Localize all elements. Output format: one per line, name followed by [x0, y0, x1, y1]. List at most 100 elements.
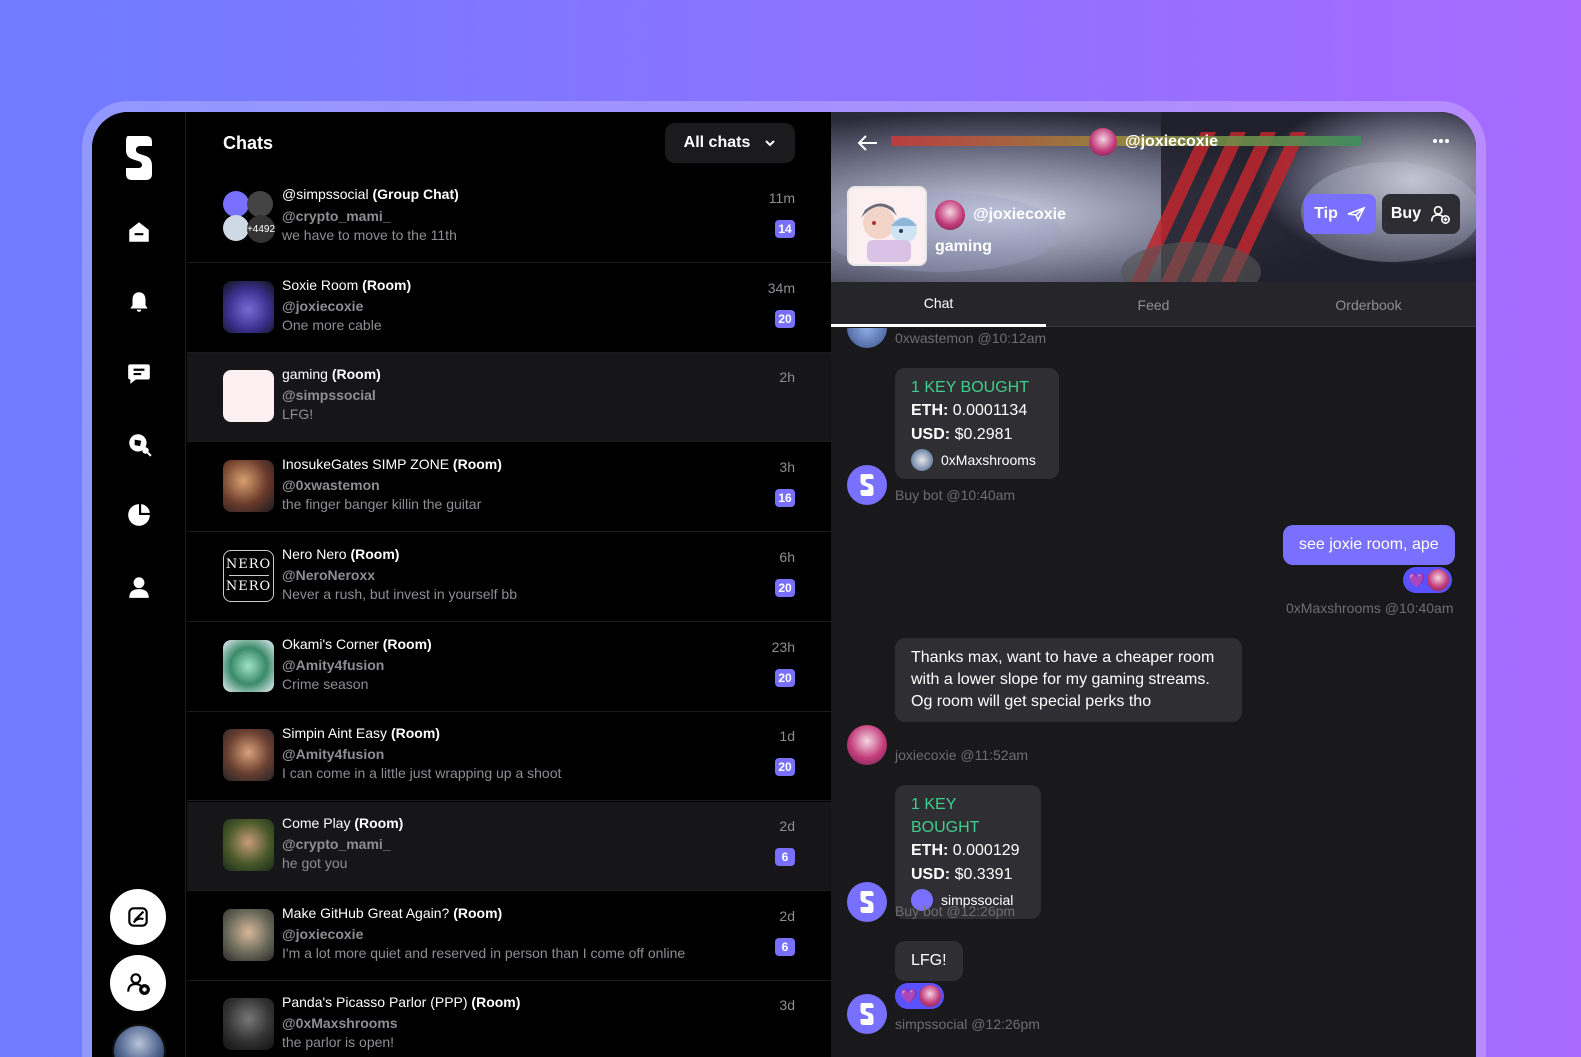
chat-time: 6h	[779, 548, 795, 565]
message-meta: 0xMaxshrooms @10:40am	[1286, 600, 1454, 616]
chat-title: Make GitHub Great Again?	[282, 904, 450, 921]
chat-last-message: the finger banger killin the guitar	[282, 496, 482, 513]
add-user-button[interactable]	[110, 955, 166, 1011]
chat-title: InosukeGates SIMP ZONE	[282, 456, 450, 473]
home-icon[interactable]	[125, 218, 153, 246]
list-item[interactable]: gaming (Room) @simpssocial LFG! 2h	[187, 353, 831, 443]
logo-icon	[860, 891, 874, 913]
eth-label: ETH:	[911, 842, 949, 859]
list-item[interactable]: InosukeGates SIMP ZONE (Room) @0xwastemo…	[187, 443, 831, 533]
avatar	[223, 729, 274, 782]
unread-badge: 6	[775, 847, 795, 866]
chat-last-message: we have to move to the 11th	[282, 227, 457, 243]
chat-filter-dropdown[interactable]: All chats	[665, 123, 795, 163]
reactions[interactable]: 💜	[1403, 567, 1453, 593]
chat-last-message: I'm a lot more quiet and reserved in per…	[282, 944, 686, 961]
reactions[interactable]: 💜	[895, 983, 945, 1009]
chat-title: Panda's Picasso Parlor (PPP)	[282, 994, 472, 1011]
logo-icon	[860, 1003, 874, 1025]
chat-kind: (Room)	[452, 456, 502, 473]
chat-kind: (Group Chat)	[372, 186, 459, 202]
chat-name: Come Play (Room)	[282, 815, 403, 831]
chat-name: Panda's Picasso Parlor (PPP) (Room)	[282, 994, 520, 1010]
avatar	[223, 639, 274, 692]
chat-list-panel: Chats All chats +4492 @simpssocial (Grou…	[187, 112, 924, 1057]
list-item[interactable]: Panda's Picasso Parlor (PPP) (Room) @0xM…	[187, 981, 831, 1057]
bell-icon[interactable]	[125, 288, 153, 316]
avatar-text: NERO	[225, 557, 272, 573]
tab-orderbook[interactable]: Orderbook	[1261, 282, 1476, 327]
list-item[interactable]: Okami's Corner (Room) @Amity4fusion Crim…	[187, 623, 831, 712]
buyer: 0xMaxshrooms	[911, 449, 1043, 471]
unread-badge: 14	[775, 220, 795, 238]
chat-time: 3d	[779, 997, 795, 1014]
explore-icon[interactable]	[125, 430, 153, 458]
usd-amount: USD: $0.2981	[911, 423, 1043, 447]
eth-amount: ETH: 0.000129	[911, 839, 1025, 863]
avatar	[223, 818, 274, 871]
chat-title: Nero Nero	[282, 545, 347, 562]
buy-button[interactable]: Buy	[1382, 194, 1460, 234]
member-count: +4492	[247, 215, 275, 243]
tip-button[interactable]: Tip	[1304, 194, 1376, 234]
chat-icon[interactable]	[125, 359, 153, 387]
unread-badge: 20	[775, 578, 795, 597]
usd-label: USD:	[911, 426, 951, 443]
avatar[interactable]	[112, 1024, 166, 1057]
chat-name: Make GitHub Great Again? (Room)	[282, 905, 502, 921]
chat-handle: @0xwastemon	[282, 477, 380, 494]
chat-title: gaming	[282, 366, 328, 383]
chat-time: 34m	[767, 279, 795, 296]
unread-badge: 20	[775, 758, 795, 777]
incoming-message: LFG!	[895, 941, 963, 981]
unread-badge: 20	[775, 668, 795, 687]
heart-icon: 💜	[1408, 571, 1426, 588]
chat-handle: @joxiecoxie	[282, 297, 364, 314]
list-item[interactable]: Simpin Aint Easy (Room) @Amity4fusion I …	[187, 712, 831, 802]
compose-icon	[128, 907, 148, 927]
chat-time: 2d	[779, 817, 795, 834]
message-meta: Buy bot @10:40am	[895, 487, 1016, 503]
avatar	[1427, 569, 1450, 591]
owner-handle: @joxiecoxie	[973, 206, 1066, 223]
chat-kind: (Room)	[471, 994, 521, 1011]
room-tabs: Chat Feed Orderbook	[831, 282, 1476, 327]
chat-last-message: LFG!	[282, 406, 314, 423]
profile-icon[interactable]	[125, 573, 153, 601]
more-icon[interactable]	[1432, 138, 1450, 144]
list-item[interactable]: +4492 @simpssocial (Group Chat) @crypto_…	[187, 174, 831, 263]
chat-name: InosukeGates SIMP ZONE (Room)	[282, 456, 502, 472]
room-owner[interactable]: @joxiecoxie	[935, 200, 1066, 230]
bot-avatar	[847, 882, 887, 922]
list-item[interactable]: Come Play (Room) @crypto_mami_ he got yo…	[187, 801, 831, 891]
chat-time: 23h	[771, 638, 795, 655]
list-item[interactable]: Soxie Room (Room) @joxiecoxie One more c…	[187, 264, 831, 353]
chat-time: 1d	[779, 728, 795, 745]
avatar	[847, 994, 887, 1034]
header-handle: @joxiecoxie	[1125, 133, 1218, 150]
portfolio-icon[interactable]	[125, 501, 153, 529]
compose-button[interactable]	[110, 889, 166, 945]
outgoing-message: see joxie room, ape	[1283, 525, 1455, 565]
chat-handle: @NeroNeroxx	[282, 566, 376, 583]
header-avatar	[1089, 128, 1117, 156]
avatar	[223, 370, 274, 423]
avatar	[223, 460, 274, 513]
list-item[interactable]: Make GitHub Great Again? (Room) @joxieco…	[187, 892, 831, 981]
avatar: +4492	[223, 191, 275, 243]
list-item[interactable]: NERO NERO Nero Nero (Room) @NeroNeroxx Ne…	[187, 533, 831, 622]
logo-icon[interactable]	[124, 134, 154, 182]
tab-feed[interactable]: Feed	[1046, 282, 1261, 327]
eth-amount: ETH: 0.0001134	[911, 399, 1043, 423]
tip-icon	[1347, 206, 1366, 222]
chat-last-message: Crime season	[282, 675, 369, 692]
chat-last-message: Never a rush, but invest in yourself bb	[282, 585, 518, 602]
chat-kind: (Room)	[331, 366, 381, 383]
chat-handle: @0xMaxshrooms	[282, 1015, 398, 1032]
usd-amount: USD: $0.3391	[911, 863, 1025, 887]
tab-chat[interactable]: Chat	[831, 282, 1046, 327]
chat-title: Simpin Aint Easy	[282, 725, 388, 742]
back-arrow-icon[interactable]	[857, 134, 879, 152]
key-bought-title: 1 KEY BOUGHT	[911, 796, 980, 836]
chat-last-message: he got you	[282, 854, 348, 871]
